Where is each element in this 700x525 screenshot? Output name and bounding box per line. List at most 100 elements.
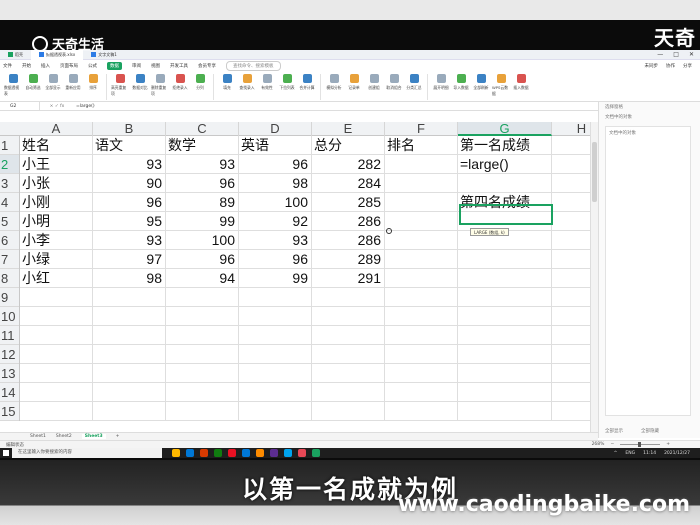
cell[interactable]	[385, 174, 458, 193]
taskbar-app-icon[interactable]	[172, 449, 180, 457]
cell[interactable]	[385, 402, 458, 421]
cell[interactable]	[385, 288, 458, 307]
cell[interactable]: =large()	[458, 155, 552, 174]
cell[interactable]	[385, 326, 458, 345]
cell[interactable]: 286	[312, 231, 385, 250]
cell[interactable]	[552, 402, 590, 421]
cell[interactable]: 96	[239, 250, 312, 269]
cell[interactable]	[20, 288, 93, 307]
cell[interactable]	[312, 326, 385, 345]
cell[interactable]	[93, 402, 166, 421]
row-header[interactable]: 14	[0, 383, 19, 402]
taskbar-search[interactable]: 在这里输入你要搜索的内容	[12, 448, 162, 458]
tray-item[interactable]: ^	[614, 451, 618, 456]
row-header[interactable]: 3	[0, 174, 19, 193]
cell[interactable]: 96	[166, 174, 239, 193]
cell[interactable]	[385, 250, 458, 269]
cell[interactable]	[552, 288, 590, 307]
cell[interactable]	[552, 364, 590, 383]
ribbon-button[interactable]: 查找录入	[238, 74, 256, 91]
cell[interactable]: 语文	[93, 136, 166, 155]
cell[interactable]	[312, 402, 385, 421]
cell[interactable]	[239, 345, 312, 364]
cell[interactable]	[458, 402, 552, 421]
cell[interactable]: 第一名成绩	[458, 136, 552, 155]
cell[interactable]	[93, 345, 166, 364]
cell[interactable]: 小红	[20, 269, 93, 288]
cell[interactable]	[552, 250, 590, 269]
cell[interactable]: 小刚	[20, 193, 93, 212]
cell[interactable]: 99	[239, 269, 312, 288]
row-header[interactable]: 15	[0, 402, 19, 421]
cell[interactable]	[93, 364, 166, 383]
scrollbar-thumb[interactable]	[592, 142, 597, 202]
cell[interactable]	[552, 307, 590, 326]
zoom-slider[interactable]	[620, 442, 661, 447]
ribbon-button[interactable]: 导入数据	[452, 74, 470, 91]
cell[interactable]	[458, 326, 552, 345]
cell[interactable]	[458, 383, 552, 402]
column-header[interactable]: H	[552, 122, 590, 136]
cell[interactable]: 姓名	[20, 136, 93, 155]
ribbon-button[interactable]: 全部显示	[44, 74, 62, 91]
row-header[interactable]: 4	[0, 193, 19, 212]
ribbon-button[interactable]: 重新应用	[64, 74, 82, 91]
cell[interactable]	[93, 307, 166, 326]
cell[interactable]	[312, 383, 385, 402]
taskbar-app-icon[interactable]	[200, 449, 208, 457]
menu-action[interactable]: 协作	[666, 63, 675, 69]
tray-item[interactable]: 2021/12/27	[664, 451, 690, 456]
fx-icon[interactable]: × ✓ fx	[40, 104, 74, 109]
vertical-scrollbar[interactable]	[590, 122, 598, 438]
cell[interactable]	[166, 326, 239, 345]
cell[interactable]: 总分	[312, 136, 385, 155]
cell[interactable]	[166, 307, 239, 326]
ribbon-button[interactable]: 填充	[218, 74, 236, 91]
cell[interactable]	[458, 288, 552, 307]
maximize-button[interactable]: □	[673, 51, 679, 58]
column-header[interactable]: C	[166, 122, 239, 136]
minimize-button[interactable]: —	[657, 51, 663, 58]
menu-action[interactable]: 未同步	[645, 63, 659, 69]
taskbar-app-icon[interactable]	[214, 449, 222, 457]
cell[interactable]: 93	[93, 155, 166, 174]
cell[interactable]	[20, 402, 93, 421]
sheet-tab[interactable]: Sheet1	[30, 434, 46, 439]
tray-item[interactable]: 11:14	[643, 451, 656, 456]
menu-action[interactable]: 分享	[683, 63, 692, 69]
cell[interactable]: 95	[93, 212, 166, 231]
menu-item[interactable]: 文件	[3, 63, 12, 69]
cell[interactable]	[552, 231, 590, 250]
cell[interactable]	[385, 345, 458, 364]
menu-item[interactable]: 插入	[41, 63, 50, 69]
cell[interactable]	[20, 307, 93, 326]
column-header[interactable]: D	[239, 122, 312, 136]
cell[interactable]	[458, 250, 552, 269]
cell[interactable]	[239, 326, 312, 345]
zoom-out-button[interactable]: −	[610, 442, 614, 447]
cell[interactable]: 289	[312, 250, 385, 269]
cell[interactable]: 小明	[20, 212, 93, 231]
file-tab[interactable]: 稻壳	[0, 50, 31, 60]
taskbar-app-icon[interactable]	[312, 449, 320, 457]
row-header[interactable]: 8	[0, 269, 19, 288]
column-header[interactable]: E	[312, 122, 385, 136]
cell[interactable]	[166, 345, 239, 364]
column-header[interactable]: F	[385, 122, 458, 136]
cell[interactable]	[552, 269, 590, 288]
ribbon-button[interactable]: 高亮重复项	[111, 74, 129, 97]
command-search[interactable]: 查找命令、搜索模板	[226, 61, 281, 71]
cell[interactable]: 285	[312, 193, 385, 212]
taskbar-app-icon[interactable]	[270, 449, 278, 457]
cell[interactable]: 小李	[20, 231, 93, 250]
ribbon-button[interactable]: 排序	[84, 74, 102, 91]
taskbar-app-icon[interactable]	[284, 449, 292, 457]
close-button[interactable]: ✕	[689, 51, 694, 58]
cell[interactable]	[458, 269, 552, 288]
row-header[interactable]: 2	[0, 155, 19, 174]
cell[interactable]	[385, 383, 458, 402]
row-header[interactable]: 1	[0, 136, 19, 155]
cell[interactable]	[20, 383, 93, 402]
cell[interactable]: 93	[166, 155, 239, 174]
row-header[interactable]: 9	[0, 288, 19, 307]
